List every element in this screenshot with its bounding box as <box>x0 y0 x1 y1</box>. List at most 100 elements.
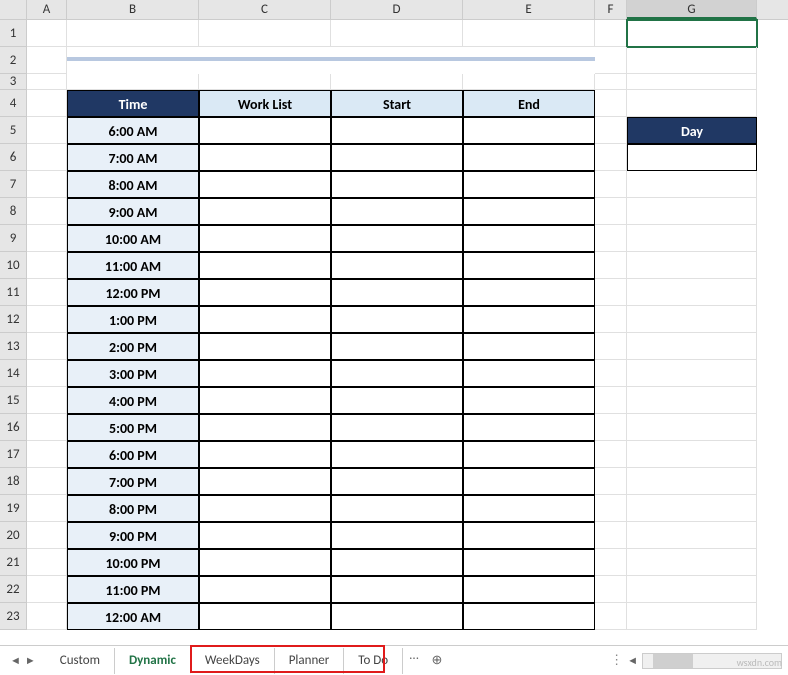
cell-C21[interactable] <box>199 549 331 576</box>
cell-C15[interactable] <box>199 387 331 414</box>
cell-G18[interactable] <box>627 468 757 495</box>
header-end[interactable]: End <box>463 90 595 117</box>
cell-E1[interactable] <box>463 20 595 47</box>
cell-D15[interactable] <box>331 387 463 414</box>
cell-B2[interactable] <box>67 47 199 74</box>
new-sheet-button[interactable]: ⊕ <box>425 648 449 674</box>
cell-C18[interactable] <box>199 468 331 495</box>
cell-C3[interactable] <box>199 74 331 90</box>
col-header-B[interactable]: B <box>67 0 199 19</box>
cell-D5[interactable] <box>331 117 463 144</box>
row-header-11[interactable]: 11 <box>0 279 27 306</box>
cell-D17[interactable] <box>331 441 463 468</box>
cell-D9[interactable] <box>331 225 463 252</box>
cell-G19[interactable] <box>627 495 757 522</box>
row-header-1[interactable]: 1 <box>0 20 27 47</box>
cell-A2[interactable] <box>27 47 67 74</box>
tab-custom[interactable]: Custom <box>46 648 115 674</box>
row-header-13[interactable]: 13 <box>0 333 27 360</box>
cell-B16[interactable]: 5:00 PM <box>67 414 199 441</box>
row-header-23[interactable]: 23 <box>0 603 27 630</box>
row-header-21[interactable]: 21 <box>0 549 27 576</box>
cell-E17[interactable] <box>463 441 595 468</box>
cell-F12[interactable] <box>595 306 627 333</box>
cell-D22[interactable] <box>331 576 463 603</box>
cell-B10[interactable]: 11:00 AM <box>67 252 199 279</box>
cell-G15[interactable] <box>627 387 757 414</box>
cell-E21[interactable] <box>463 549 595 576</box>
cell-C23[interactable] <box>199 603 331 630</box>
cell-C1[interactable] <box>199 20 331 47</box>
cell-G20[interactable] <box>627 522 757 549</box>
col-header-A[interactable]: A <box>27 0 67 19</box>
row-header-22[interactable]: 22 <box>0 576 27 603</box>
cell-B18[interactable]: 7:00 PM <box>67 468 199 495</box>
cell-A3[interactable] <box>27 74 67 90</box>
cell-F23[interactable] <box>595 603 627 630</box>
cell-B21[interactable]: 10:00 PM <box>67 549 199 576</box>
cell-E3[interactable] <box>463 74 595 90</box>
cell-A8[interactable] <box>27 198 67 225</box>
cell-F16[interactable] <box>595 414 627 441</box>
cell-E6[interactable] <box>463 144 595 171</box>
cell-F11[interactable] <box>595 279 627 306</box>
cell-A20[interactable] <box>27 522 67 549</box>
cell-G11[interactable] <box>627 279 757 306</box>
cell-D12[interactable] <box>331 306 463 333</box>
cell-D6[interactable] <box>331 144 463 171</box>
cell-D8[interactable] <box>331 198 463 225</box>
cell-D23[interactable] <box>331 603 463 630</box>
cell-E22[interactable] <box>463 576 595 603</box>
cell-C9[interactable] <box>199 225 331 252</box>
tab-todo[interactable]: To Do <box>344 648 403 674</box>
cell-E15[interactable] <box>463 387 595 414</box>
cell-B1[interactable] <box>67 20 199 47</box>
cell-C13[interactable] <box>199 333 331 360</box>
col-header-E[interactable]: E <box>463 0 595 19</box>
tab-planner[interactable]: Planner <box>275 648 345 674</box>
cell-D16[interactable] <box>331 414 463 441</box>
row-header-3[interactable]: 3 <box>0 74 27 90</box>
header-start[interactable]: Start <box>331 90 463 117</box>
cell-G2[interactable] <box>627 47 757 74</box>
cell-G10[interactable] <box>627 252 757 279</box>
row-header-18[interactable]: 18 <box>0 468 27 495</box>
cell-A14[interactable] <box>27 360 67 387</box>
cell-F1[interactable] <box>595 20 627 47</box>
cell-D21[interactable] <box>331 549 463 576</box>
cell-E12[interactable] <box>463 306 595 333</box>
cell-A4[interactable] <box>27 90 67 117</box>
row-header-2[interactable]: 2 <box>0 47 27 74</box>
cell-F15[interactable] <box>595 387 627 414</box>
cell-F6[interactable] <box>595 144 627 171</box>
cell-G17[interactable] <box>627 441 757 468</box>
cell-B17[interactable]: 6:00 PM <box>67 441 199 468</box>
cell-C12[interactable] <box>199 306 331 333</box>
spreadsheet-grid[interactable]: A B C D E F G 1 2 <box>0 0 788 640</box>
cell-A23[interactable] <box>27 603 67 630</box>
day-value-cell[interactable] <box>627 144 757 171</box>
cell-C14[interactable] <box>199 360 331 387</box>
cell-C19[interactable] <box>199 495 331 522</box>
row-header-16[interactable]: 16 <box>0 414 27 441</box>
col-header-C[interactable]: C <box>199 0 331 19</box>
cell-E23[interactable] <box>463 603 595 630</box>
cell-A19[interactable] <box>27 495 67 522</box>
cell-G8[interactable] <box>627 198 757 225</box>
cell-G13[interactable] <box>627 333 757 360</box>
row-header-20[interactable]: 20 <box>0 522 27 549</box>
cell-B8[interactable]: 9:00 AM <box>67 198 199 225</box>
row-header-12[interactable]: 12 <box>0 306 27 333</box>
row-header-9[interactable]: 9 <box>0 225 27 252</box>
cell-F10[interactable] <box>595 252 627 279</box>
cell-F3[interactable] <box>595 74 627 90</box>
cell-F20[interactable] <box>595 522 627 549</box>
row-header-7[interactable]: 7 <box>0 171 27 198</box>
cell-F18[interactable] <box>595 468 627 495</box>
cell-F17[interactable] <box>595 441 627 468</box>
row-header-6[interactable]: 6 <box>0 144 27 171</box>
cell-E2[interactable] <box>463 47 595 74</box>
cell-G22[interactable] <box>627 576 757 603</box>
cell-A1[interactable] <box>27 20 67 47</box>
hscroll-left-icon[interactable]: ◄ <box>627 654 638 667</box>
